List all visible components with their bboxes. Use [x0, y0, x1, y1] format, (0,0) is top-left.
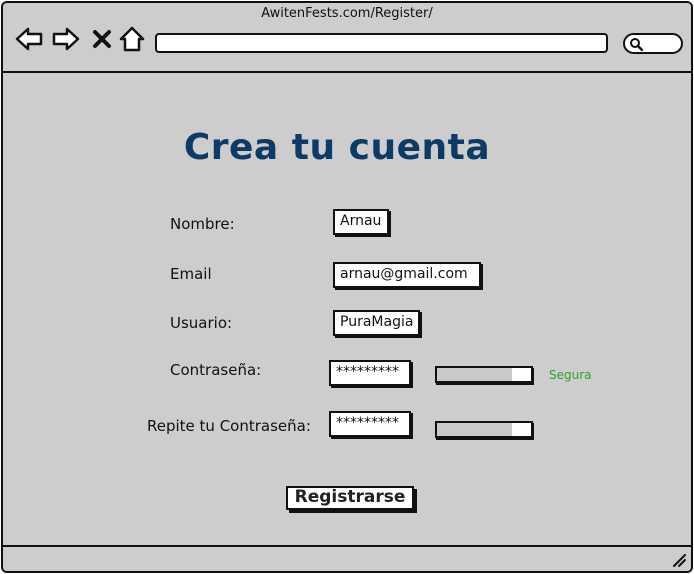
- password-repeat-label: Repite tu Contraseña:: [147, 417, 311, 435]
- register-button[interactable]: Registrarse: [286, 486, 414, 510]
- usuario-field[interactable]: PuraMagia: [333, 310, 420, 336]
- password-field[interactable]: *********: [329, 360, 411, 386]
- browser-window: AwitenFests.com/Register/ Crea tu cuenta…: [1, 1, 693, 573]
- address-bar[interactable]: [155, 33, 608, 53]
- password-label: Contraseña:: [170, 361, 262, 379]
- page-content: Crea tu cuenta Nombre: Arnau Email arnau…: [3, 73, 691, 547]
- resize-grip-icon[interactable]: [671, 552, 687, 568]
- page-url: AwitenFests.com/Register/: [261, 6, 433, 21]
- email-field[interactable]: arnau@gmail.com: [333, 262, 481, 288]
- email-label: Email: [170, 265, 212, 283]
- nombre-field[interactable]: Arnau: [333, 209, 389, 235]
- search-box[interactable]: [623, 33, 683, 54]
- password-strength-label: Segura: [549, 368, 592, 382]
- password-repeat-field[interactable]: *********: [329, 411, 411, 437]
- forward-arrow-icon[interactable]: [52, 25, 80, 53]
- browser-toolbar: AwitenFests.com/Register/: [3, 3, 691, 73]
- home-icon[interactable]: [118, 25, 146, 53]
- password-repeat-strength-fill: [437, 423, 513, 436]
- password-strength-meter: [435, 366, 533, 383]
- nombre-label: Nombre:: [170, 215, 235, 233]
- search-icon: [630, 38, 643, 51]
- usuario-label: Usuario:: [170, 314, 233, 332]
- page-title: Crea tu cuenta: [183, 127, 491, 168]
- password-strength-fill: [437, 368, 513, 381]
- close-icon[interactable]: [91, 25, 113, 53]
- back-arrow-icon[interactable]: [15, 25, 43, 53]
- status-bar: [3, 545, 691, 571]
- password-repeat-strength-meter: [435, 421, 533, 438]
